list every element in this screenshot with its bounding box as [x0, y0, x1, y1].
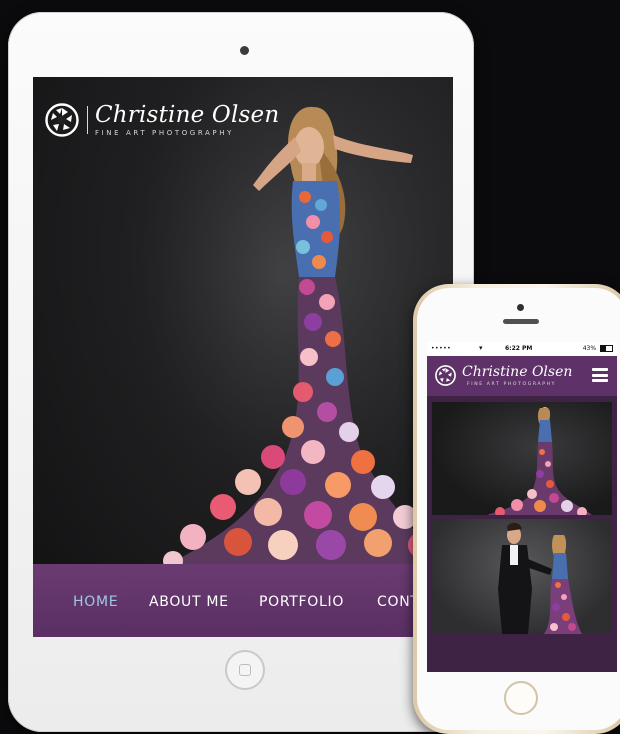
tablet-screen: Christine Olsen FINE ART PHOTOGRAPHY HOM… [33, 77, 453, 637]
signal-dots: ••••• [431, 345, 452, 352]
phone-speaker [503, 319, 539, 324]
phone-header: Christine Olsen FINE ART PHOTOGRAPHY [427, 356, 617, 396]
nav-item-home[interactable]: HOME [73, 594, 118, 610]
portfolio-image-couple[interactable] [432, 519, 612, 634]
battery-indicator: 43% [583, 345, 613, 352]
tablet-home-button[interactable] [225, 650, 265, 690]
phone-home-button[interactable] [504, 681, 538, 715]
tablet-camera [240, 46, 249, 55]
phone-camera [517, 304, 524, 311]
portfolio-image-flower-dress[interactable] [432, 402, 612, 515]
flower-dress-photo [487, 407, 592, 515]
couple-photo [498, 522, 582, 634]
aperture-icon[interactable] [435, 365, 456, 386]
brand-tagline: FINE ART PHOTOGRAPHY [95, 129, 234, 137]
hamburger-menu-icon[interactable] [592, 368, 608, 382]
status-time: 6:22 PM [505, 345, 533, 352]
logo-divider [87, 106, 88, 134]
status-bar: ••••• ▾ 6:22 PM 43% [427, 342, 617, 356]
phone-face: ••••• ▾ 6:22 PM 43% Christine Olsen FINE… [417, 288, 620, 730]
aperture-icon [45, 103, 79, 137]
phone-device: ••••• ▾ 6:22 PM 43% Christine Olsen FINE… [413, 284, 620, 734]
phone-brand-tagline: FINE ART PHOTOGRAPHY [467, 382, 557, 387]
phone-screen: ••••• ▾ 6:22 PM 43% Christine Olsen FINE… [427, 342, 617, 672]
nav-item-about-me[interactable]: ABOUT ME [149, 594, 229, 610]
hero-photo [113, 77, 453, 567]
tablet-device: Christine Olsen FINE ART PHOTOGRAPHY HOM… [8, 12, 474, 732]
home-square-icon [239, 664, 251, 676]
tablet-nav-bar: HOME ABOUT ME PORTFOLIO CONT [33, 564, 453, 637]
logo[interactable]: Christine Olsen FINE ART PHOTOGRAPHY [45, 103, 279, 137]
brand-name: Christine Olsen [95, 102, 280, 128]
nav-item-portfolio[interactable]: PORTFOLIO [259, 594, 344, 610]
battery-icon [600, 345, 613, 352]
battery-percent: 43% [582, 345, 597, 352]
wifi-icon: ▾ [479, 344, 483, 352]
phone-brand-name: Christine Olsen [462, 364, 573, 380]
